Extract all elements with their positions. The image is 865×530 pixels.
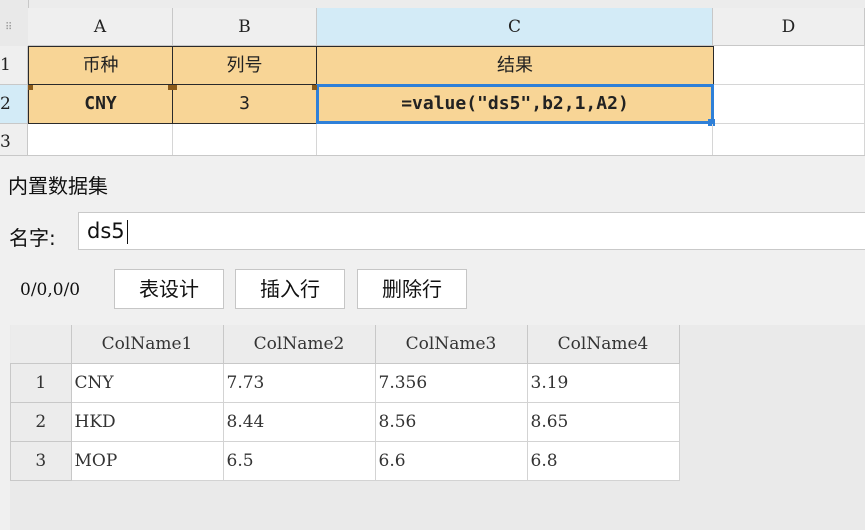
cell-c1[interactable]: 结果 bbox=[316, 46, 714, 85]
name-label: 名字: bbox=[9, 226, 56, 250]
column-header-d[interactable]: D bbox=[713, 8, 865, 46]
table-cell[interactable]: 7.73 bbox=[222, 363, 376, 403]
row-number[interactable]: 1 bbox=[10, 363, 72, 403]
table-cell[interactable]: CNY bbox=[70, 363, 224, 403]
dependency-marker bbox=[28, 85, 33, 90]
dependency-marker bbox=[172, 85, 177, 90]
table-cell[interactable]: MOP bbox=[70, 441, 224, 481]
column-header[interactable]: ColName1 bbox=[71, 325, 224, 364]
row-header-2[interactable]: 2 bbox=[0, 85, 28, 124]
sheet-top-strip bbox=[0, 0, 865, 8]
cell-d1[interactable] bbox=[714, 46, 865, 85]
table-cell[interactable]: 6.6 bbox=[374, 441, 528, 481]
row-number[interactable]: 3 bbox=[10, 441, 72, 481]
cell-d2[interactable] bbox=[714, 85, 865, 124]
grip-icon: ⠿ bbox=[5, 22, 13, 33]
insert-row-button[interactable]: 插入行 bbox=[235, 269, 345, 309]
text-caret bbox=[126, 220, 128, 244]
dataset-grid: ColName1 ColName2 ColName3 ColName4 1 CN… bbox=[10, 325, 865, 530]
cell-c2-formula[interactable]: =value("ds5",b2,1,A2) bbox=[316, 84, 714, 124]
table-row: 3 MOP 6.5 6.6 6.8 bbox=[10, 441, 680, 481]
position-indicator: 0/0,0/0 bbox=[20, 280, 81, 300]
cell-a1[interactable]: 币种 bbox=[28, 46, 173, 85]
name-input[interactable]: ds5 bbox=[78, 212, 865, 250]
table-cell[interactable]: HKD bbox=[70, 402, 224, 442]
dataset-table: ColName1 ColName2 ColName3 ColName4 1 CN… bbox=[10, 325, 680, 481]
cell-b2[interactable]: 3 bbox=[172, 84, 317, 124]
table-cell[interactable]: 6.5 bbox=[222, 441, 376, 481]
dialog-title: 内置数据集 bbox=[8, 174, 108, 198]
row-number-header bbox=[10, 325, 72, 364]
row-number[interactable]: 2 bbox=[10, 402, 72, 442]
table-cell[interactable]: 8.44 bbox=[222, 402, 376, 442]
column-header[interactable]: ColName2 bbox=[223, 325, 376, 364]
select-all-corner[interactable]: ⠿ bbox=[0, 0, 29, 47]
table-row: 2 HKD 8.44 8.56 8.65 bbox=[10, 402, 680, 442]
table-row: 1 CNY 7.73 7.356 3.19 bbox=[10, 363, 680, 403]
column-header-b[interactable]: B bbox=[173, 8, 317, 46]
cell-b1[interactable]: 列号 bbox=[172, 46, 317, 85]
table-cell[interactable]: 8.65 bbox=[526, 402, 680, 442]
delete-row-button[interactable]: 删除行 bbox=[357, 269, 467, 309]
table-design-button[interactable]: 表设计 bbox=[114, 269, 224, 309]
cell-a2[interactable]: CNY bbox=[28, 84, 173, 124]
spreadsheet-grid: ⠿ A B C D 1 2 3 币种 列号 结果 CNY 3 =value("d… bbox=[0, 0, 865, 160]
row-header-1[interactable]: 1 bbox=[0, 46, 28, 85]
column-header-c[interactable]: C bbox=[317, 8, 713, 46]
column-header[interactable]: ColName3 bbox=[375, 325, 528, 364]
name-input-value: ds5 bbox=[87, 219, 125, 243]
table-cell[interactable]: 6.8 bbox=[526, 441, 680, 481]
builtin-dataset-dialog: 内置数据集 名字: ds5 0/0,0/0 表设计 插入行 删除行 ColNam… bbox=[0, 155, 865, 530]
table-cell[interactable]: 8.56 bbox=[374, 402, 528, 442]
table-cell[interactable]: 7.356 bbox=[374, 363, 528, 403]
table-header-row: ColName1 ColName2 ColName3 ColName4 bbox=[10, 325, 680, 364]
dependency-marker bbox=[312, 85, 317, 90]
table-cell[interactable]: 3.19 bbox=[526, 363, 680, 403]
column-header-a[interactable]: A bbox=[28, 8, 173, 46]
column-header[interactable]: ColName4 bbox=[527, 325, 680, 364]
